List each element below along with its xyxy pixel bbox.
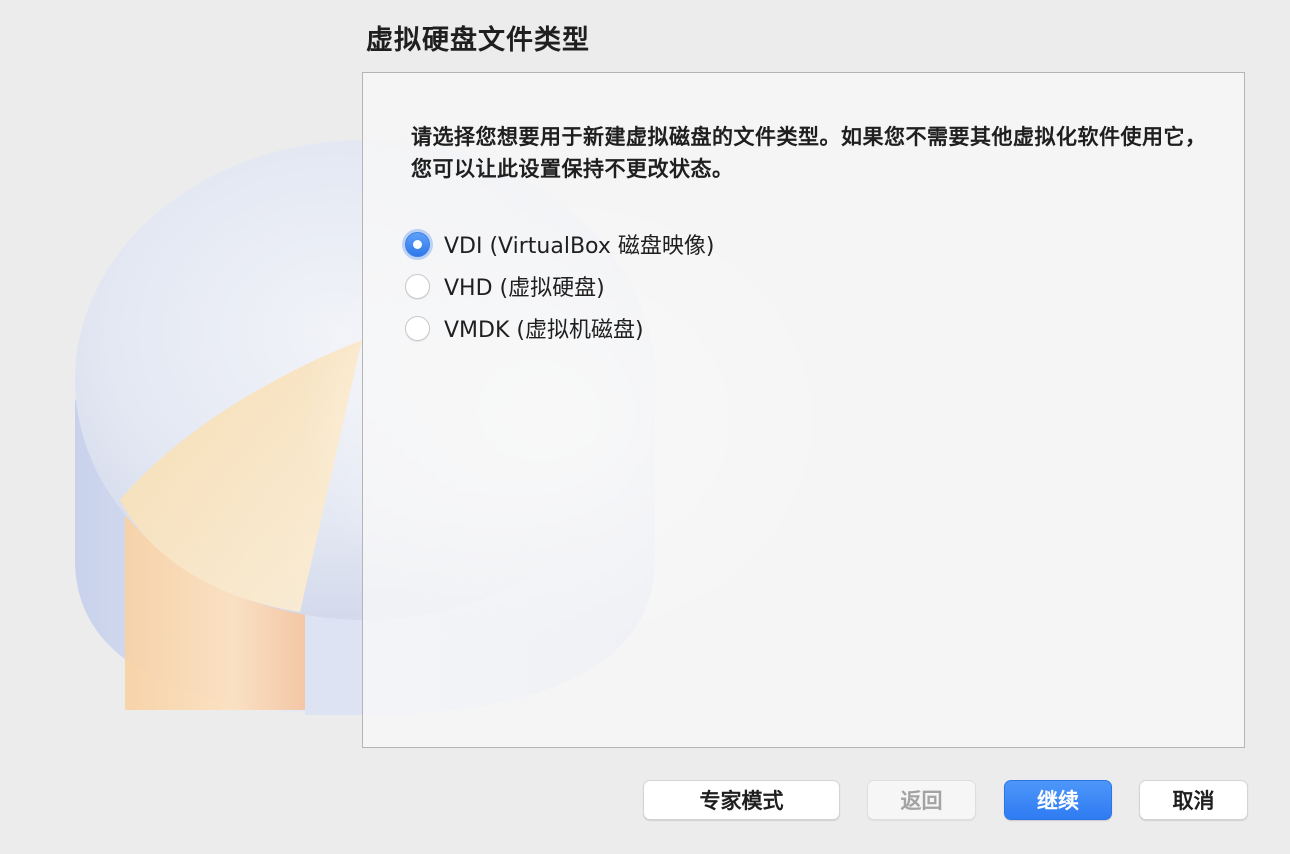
cancel-button[interactable]: 取消 bbox=[1139, 780, 1248, 820]
option-vmdk-label: VMDK (虚拟机磁盘) bbox=[444, 318, 644, 343]
option-vhd-label: VHD (虚拟硬盘) bbox=[444, 276, 605, 301]
dialog-window: 虚拟硬盘文件类型 请选择您想要用于新建虚拟磁盘的文件类型。如果您不需要其他虚拟化… bbox=[0, 0, 1290, 854]
page-title: 虚拟硬盘文件类型 bbox=[366, 25, 590, 56]
option-vmdk[interactable]: VMDK (虚拟机磁盘) bbox=[405, 312, 644, 344]
radio-button[interactable] bbox=[405, 273, 430, 299]
expert-mode-button[interactable]: 专家模式 bbox=[643, 780, 840, 820]
radio-button[interactable] bbox=[405, 315, 430, 341]
back-button[interactable]: 返回 bbox=[867, 780, 976, 820]
description-text: 请选择您想要用于新建虚拟磁盘的文件类型。如果您不需要其他虚拟化软件使用它，您可以… bbox=[411, 125, 1207, 181]
option-vdi-label: VDI (VirtualBox 磁盘映像) bbox=[444, 234, 715, 259]
option-vhd[interactable]: VHD (虚拟硬盘) bbox=[405, 270, 605, 302]
radio-button-checked[interactable] bbox=[405, 231, 430, 257]
continue-button[interactable]: 继续 bbox=[1004, 780, 1112, 820]
option-vdi[interactable]: VDI (VirtualBox 磁盘映像) bbox=[405, 228, 714, 260]
content-panel: 请选择您想要用于新建虚拟磁盘的文件类型。如果您不需要其他虚拟化软件使用它，您可以… bbox=[362, 72, 1245, 748]
